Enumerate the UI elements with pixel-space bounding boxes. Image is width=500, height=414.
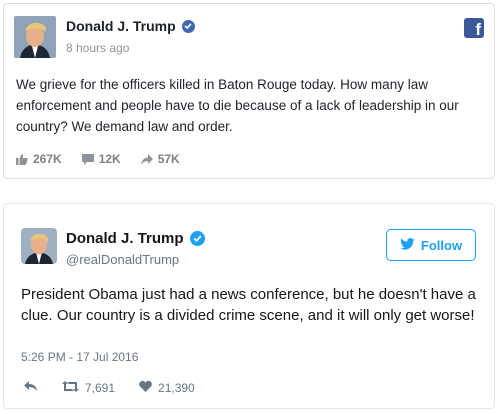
facebook-logo-icon[interactable]: f (464, 18, 484, 38)
post-stats: 267K 12K 57K (16, 152, 180, 166)
like-button[interactable]: 21,390 (139, 380, 195, 395)
facebook-post-card: Donald J. Trump 8 hours ago f We grieve … (3, 3, 495, 179)
verified-badge-icon (189, 231, 205, 246)
tweet-timestamp[interactable]: 5:26 PM - 17 Jul 2016 (21, 350, 138, 364)
retweet-button[interactable]: 7,691 (62, 380, 115, 395)
retweet-icon (62, 380, 79, 395)
shares-count[interactable]: 57K (140, 152, 180, 166)
comment-icon (81, 153, 94, 165)
heart-icon (139, 380, 152, 395)
tweet-card: Donald J. Trump @realDonaldTrump Follow … (3, 203, 495, 409)
likes-count[interactable]: 267K (16, 152, 62, 166)
author-handle[interactable]: @realDonaldTrump (66, 252, 179, 267)
post-text: We grieve for the officers killed in Bat… (16, 77, 459, 134)
share-arrow-icon (140, 153, 153, 165)
author-name[interactable]: Donald J. Trump (66, 230, 205, 247)
author-name[interactable]: Donald J. Trump (66, 18, 195, 34)
reply-button[interactable] (24, 380, 38, 395)
avatar[interactable] (14, 16, 56, 58)
follow-button[interactable]: Follow (386, 229, 476, 261)
reply-icon (24, 380, 38, 395)
thumbs-up-icon (16, 153, 28, 165)
tweet-text: President Obama just had a news conferen… (21, 286, 476, 324)
tweet-actions: 7,691 21,390 (24, 380, 195, 395)
post-time[interactable]: 8 hours ago (66, 41, 129, 55)
comments-count[interactable]: 12K (81, 152, 121, 166)
avatar[interactable] (21, 228, 57, 264)
verified-badge-icon (181, 19, 195, 33)
twitter-bird-icon (400, 237, 415, 253)
